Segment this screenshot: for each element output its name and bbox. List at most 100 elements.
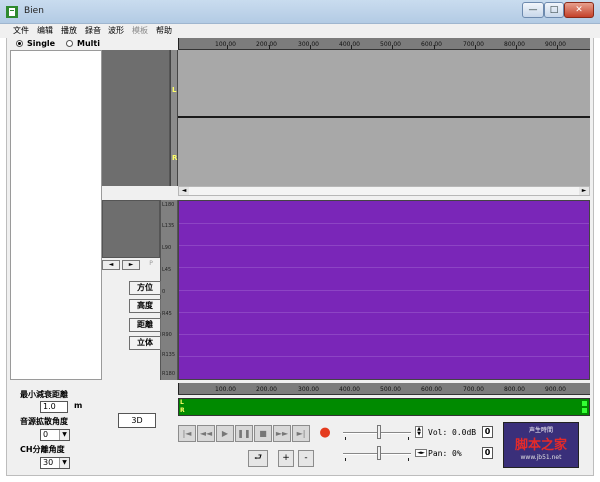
distance-button[interactable]: 距離	[129, 318, 161, 332]
waveform-view[interactable]	[178, 50, 590, 186]
scroll-right-icon[interactable]: ►	[579, 187, 589, 195]
menu-wave[interactable]: 波形	[108, 25, 124, 36]
position-graph[interactable]	[178, 200, 590, 380]
scale-label: L135	[162, 223, 175, 229]
pan-slider[interactable]	[343, 446, 411, 462]
app-icon	[6, 6, 18, 18]
pan-zero-button[interactable]: 0	[482, 447, 493, 459]
spread-angle-select[interactable]: 0 ▼	[40, 429, 70, 441]
pause-button[interactable]: ❚❚	[235, 425, 253, 442]
min-decay-label: 最小減衰距離	[20, 390, 68, 399]
slider-thumb[interactable]	[377, 446, 381, 460]
ruler-tick	[557, 45, 558, 49]
scale-label: L45	[162, 267, 172, 273]
play-button[interactable]: ▶	[216, 425, 234, 442]
channel-left-label: L	[172, 86, 177, 94]
single-radio[interactable]: Single	[16, 39, 55, 49]
meter-peak-left	[582, 401, 587, 406]
ruler-label: 500.00	[380, 386, 401, 393]
meter-left-label: L	[180, 399, 184, 406]
ruler-tick	[227, 45, 228, 49]
source-list[interactable]	[10, 50, 102, 380]
menu-template[interactable]: 模板	[132, 25, 148, 36]
fast-forward-button[interactable]: ►►	[273, 425, 291, 442]
spread-angle-label: 音源拡散角度	[20, 417, 68, 426]
vol-zero-button[interactable]: 0	[482, 426, 493, 438]
chevron-down-icon[interactable]: ▼	[59, 458, 69, 468]
logo-line3: www.jb51.net	[520, 454, 562, 461]
waveform-right-channel[interactable]	[178, 120, 590, 186]
menu-file[interactable]: 文件	[13, 25, 29, 36]
volume-slider[interactable]	[343, 424, 411, 440]
slider-tick	[345, 437, 346, 440]
minimize-button[interactable]: —	[522, 2, 544, 18]
chevron-down-icon[interactable]: ▼	[59, 430, 69, 440]
pan-label: Pan:	[428, 449, 448, 458]
ruler-tick	[475, 45, 476, 49]
ruler-tick	[178, 38, 179, 49]
rewind-button[interactable]: ◄◄	[197, 425, 215, 442]
menu-edit[interactable]: 编辑	[37, 25, 53, 36]
ruler-label: 100.00	[215, 386, 236, 393]
min-decay-input[interactable]: 1.0	[40, 401, 68, 413]
ch-separation-select[interactable]: 30 ▼	[40, 457, 70, 469]
menu-bar: 文件 编辑 播放 録音 波形 模板 帮助	[0, 24, 600, 38]
minus-button[interactable]: -	[298, 450, 314, 467]
spread-angle-value: 0	[43, 430, 49, 439]
grid-line	[179, 290, 589, 291]
waveform-left-channel[interactable]	[178, 50, 590, 118]
ruler-label: 800.00	[504, 386, 525, 393]
grid-line	[179, 312, 589, 313]
preview-left-button[interactable]: ◄	[102, 260, 120, 270]
meter-peak-right	[582, 408, 587, 413]
azimuth-button[interactable]: 方位	[129, 281, 161, 295]
vol-label: Vol:	[428, 428, 448, 437]
skip-end-button[interactable]: ►|	[292, 425, 310, 442]
ruler-label: 700.00	[463, 386, 484, 393]
volume-spinner-icon[interactable]: ▲ ▼	[415, 426, 423, 438]
slider-tick	[408, 437, 409, 440]
menu-play[interactable]: 播放	[61, 25, 77, 36]
stereo-button[interactable]: 立体	[129, 336, 161, 350]
height-button[interactable]: 高度	[129, 299, 161, 313]
scroll-left-icon[interactable]: ◄	[179, 187, 189, 195]
ruler-label: 300.00	[298, 41, 319, 48]
menu-record[interactable]: 録音	[85, 25, 101, 36]
position-preview	[102, 200, 160, 258]
multi-radio[interactable]: Multi	[66, 39, 100, 49]
ruler-label: 600.00	[421, 386, 442, 393]
min-decay-unit: m	[74, 401, 83, 410]
level-meter: L R	[178, 398, 590, 416]
close-button[interactable]: ✕	[564, 2, 594, 18]
ch-separation-label: CH分離角度	[20, 445, 65, 454]
slider-tick	[345, 458, 346, 461]
window-title: Bien	[24, 6, 44, 16]
preview-right-button[interactable]: ►	[122, 260, 140, 270]
skip-start-button[interactable]: |◄	[178, 425, 196, 442]
record-button[interactable]: ●	[316, 425, 334, 442]
plus-button[interactable]: +	[278, 450, 294, 467]
single-radio-label: Single	[27, 39, 56, 48]
time-ruler-bottom: 100.00 200.00 300.00 400.00 500.00 600.0…	[178, 383, 590, 395]
loop-button[interactable]: ⮐	[248, 450, 268, 467]
title-bar[interactable]: Bien — □ ✕	[0, 0, 600, 24]
meter-right-label: R	[180, 407, 185, 414]
slider-thumb[interactable]	[377, 425, 381, 439]
scale-label: L90	[162, 245, 172, 251]
menu-help[interactable]: 帮助	[156, 25, 172, 36]
maximize-button[interactable]: □	[544, 2, 564, 18]
scale-label: L180	[162, 202, 175, 208]
waveform-scrollbar[interactable]: ◄ ►	[178, 186, 590, 196]
pan-spinner-icon[interactable]: ◄►	[415, 449, 427, 457]
slider-tick	[408, 458, 409, 461]
ruler-tick	[178, 383, 179, 394]
radio-checked-icon	[16, 40, 23, 47]
ch-separation-value: 30	[43, 458, 54, 467]
ruler-tick	[269, 45, 270, 49]
preview-page-button[interactable]: P	[142, 260, 160, 270]
logo-line1: 声生時間	[528, 427, 553, 434]
grid-line	[179, 245, 589, 246]
stop-button[interactable]: ■	[254, 425, 272, 442]
pan-position-scale: L180 L135 L90 L45 0 R45 R90 R135 R180	[160, 200, 178, 380]
preview-nav: ◄ ► P	[102, 260, 160, 270]
